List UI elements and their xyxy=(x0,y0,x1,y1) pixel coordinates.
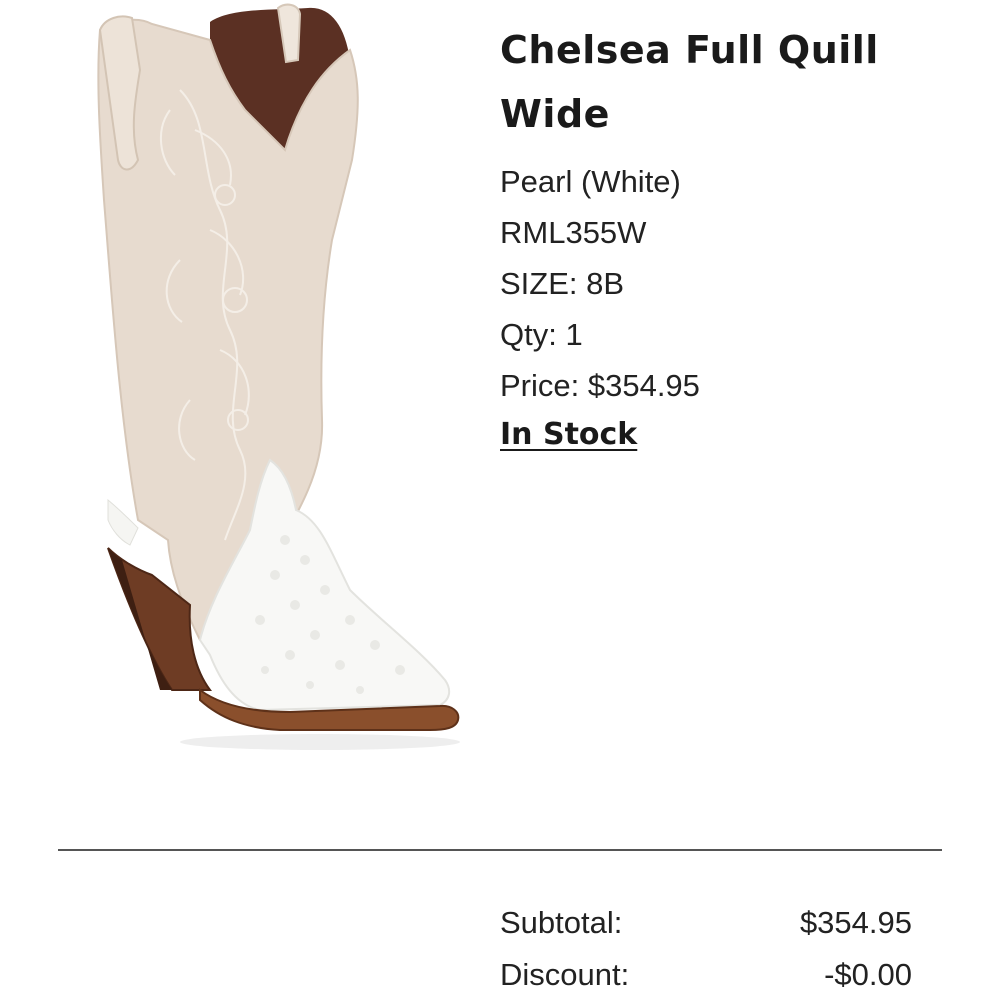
discount-value: -$0.00 xyxy=(824,957,912,992)
product-image[interactable] xyxy=(60,0,480,800)
subtotal-label: Subtotal: xyxy=(500,905,623,940)
order-item-page: Chelsea Full Quill Wide Pearl (White) RM… xyxy=(0,0,1000,1000)
section-divider xyxy=(58,849,942,851)
discount-label: Discount: xyxy=(500,957,630,992)
subtotal-row: Subtotal: $354.95 xyxy=(500,903,912,943)
product-details: Chelsea Full Quill Wide Pearl (White) RM… xyxy=(500,18,970,457)
product-sku: RML355W xyxy=(500,215,647,250)
product-price: Price: $354.95 xyxy=(500,368,700,403)
subtotal-value: $354.95 xyxy=(799,905,912,940)
discount-row: Discount: -$0.00 xyxy=(500,955,912,995)
product-quantity: Qty: 1 xyxy=(500,317,583,352)
boot-illustration xyxy=(97,3,460,750)
product-color: Pearl (White) xyxy=(500,164,681,199)
product-title[interactable]: Chelsea Full Quill Wide xyxy=(500,18,970,146)
boot-shadow xyxy=(180,734,460,750)
stock-status-link[interactable]: In Stock xyxy=(500,413,637,457)
product-size: SIZE: 8B xyxy=(500,266,625,301)
boot-heel-counter xyxy=(107,498,139,546)
